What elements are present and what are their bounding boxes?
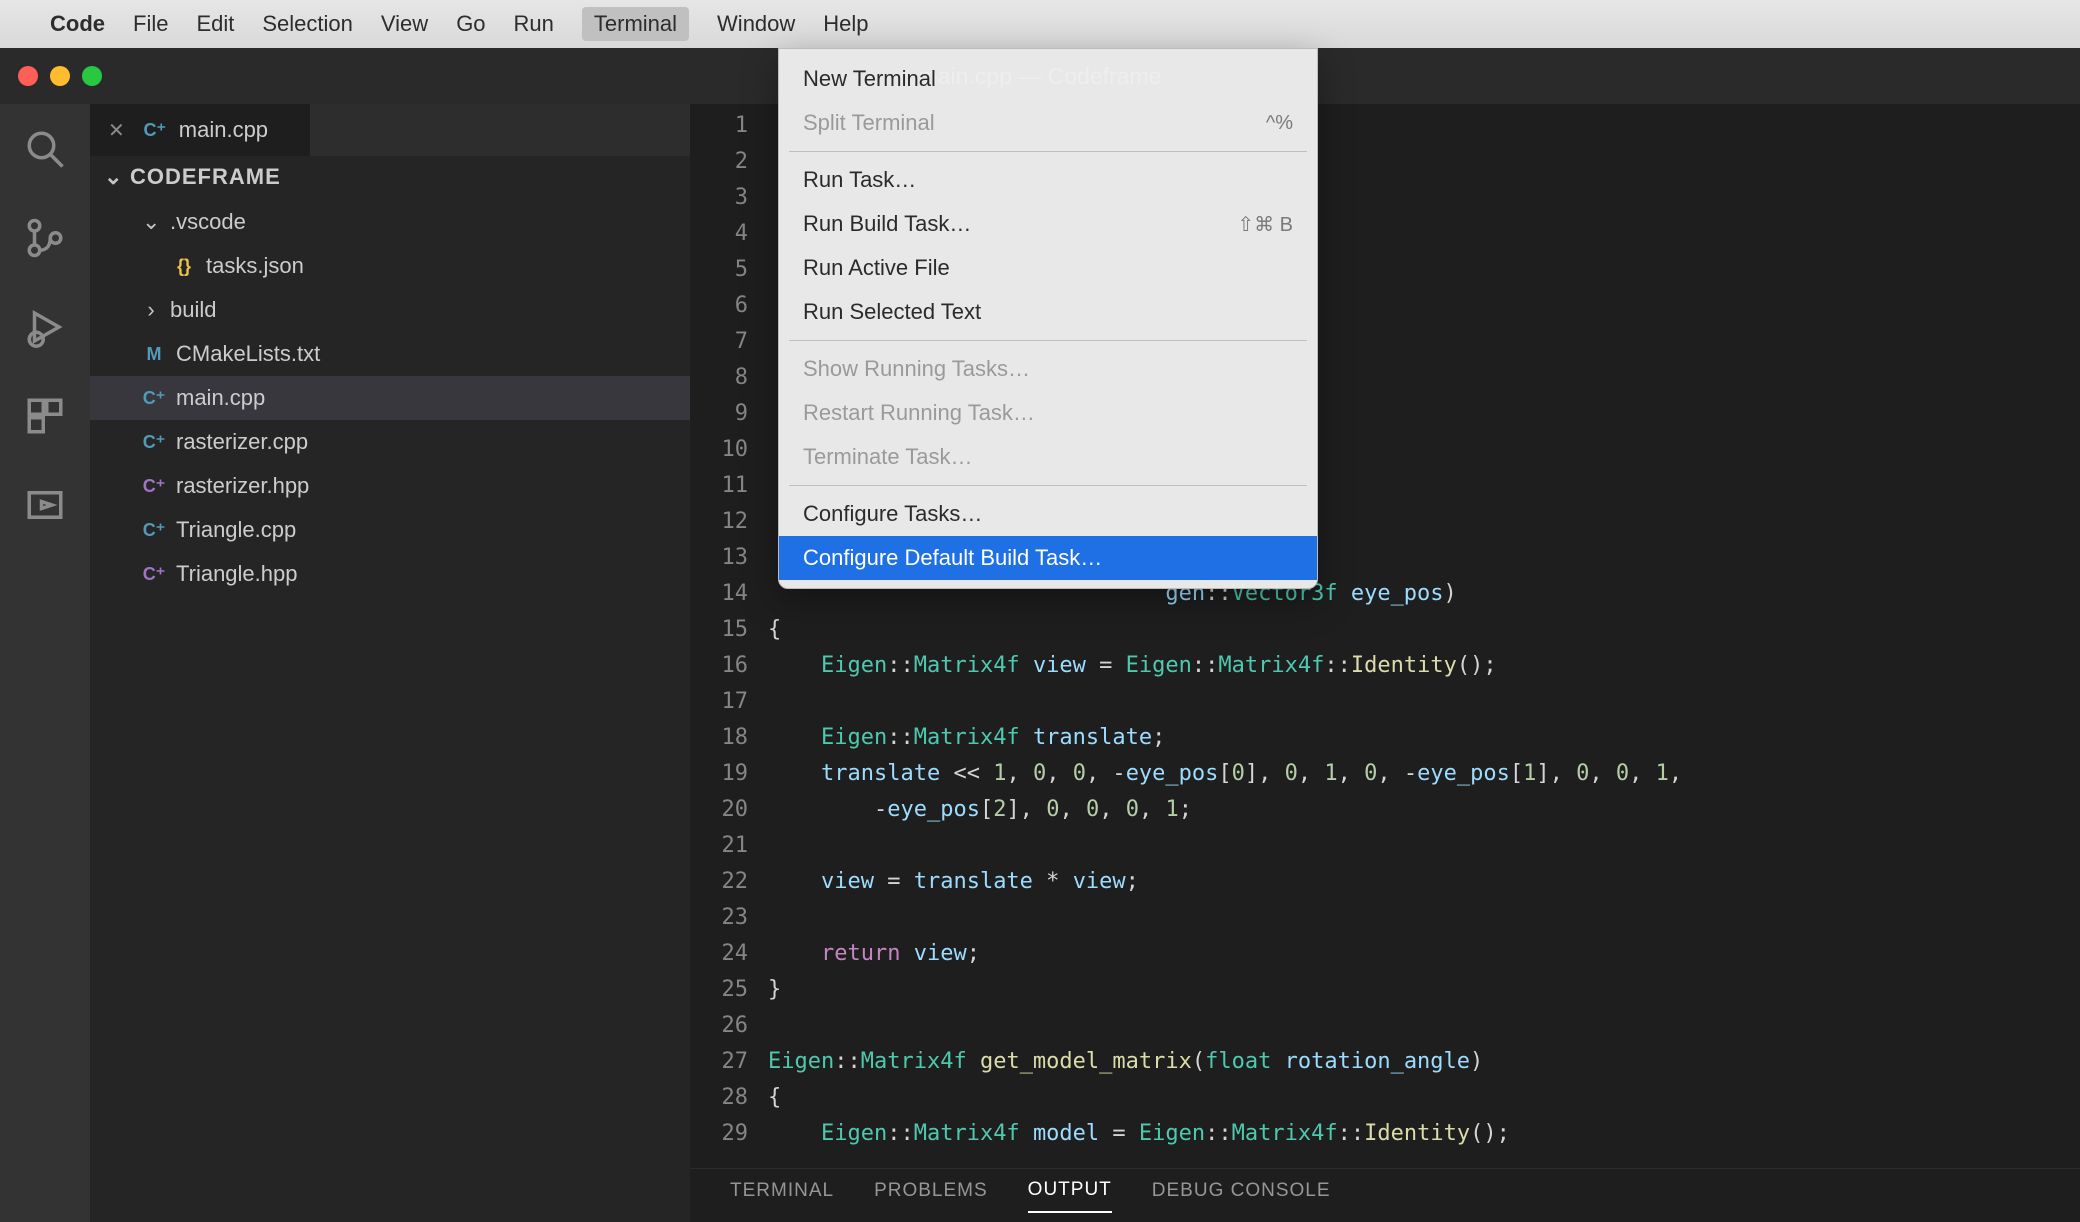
cpp-file-icon: C⁺ (142, 432, 166, 453)
chevron-down-icon: ⌄ (142, 209, 160, 235)
menu-separator (789, 485, 1307, 486)
menu-item[interactable]: Configure Default Build Task… (779, 536, 1317, 580)
close-tab-icon[interactable]: ✕ (108, 118, 125, 143)
menu-item-label: Terminate Task… (803, 444, 973, 470)
panel-tabs: TERMINAL PROBLEMS OUTPUT DEBUG CONSOLE (690, 1168, 2080, 1222)
editor-tab-label: main.cpp (179, 117, 268, 143)
menu-item: Restart Running Task… (779, 391, 1317, 435)
tree-item-label: tasks.json (206, 253, 304, 279)
menu-item-label: Configure Tasks… (803, 501, 982, 527)
menu-separator (789, 151, 1307, 152)
menu-separator (789, 340, 1307, 341)
menu-item: Split Terminal ^% (779, 101, 1317, 145)
file-row[interactable]: M CMakeLists.txt (90, 332, 690, 376)
terminal-menu-dropdown: New Terminal Split Terminal ^% Run Task… Run… (778, 48, 1318, 589)
menubar-item-view[interactable]: View (381, 11, 428, 37)
file-row[interactable]: C⁺ rasterizer.hpp (90, 464, 690, 508)
file-row[interactable]: C⁺ main.cpp (90, 376, 690, 420)
fullscreen-window-icon[interactable] (82, 66, 102, 86)
menu-item-label: Show Running Tasks… (803, 356, 1030, 382)
json-file-icon: {} (172, 256, 196, 277)
chevron-down-icon: ⌄ (104, 164, 122, 190)
menu-item-label: Run Build Task… (803, 211, 971, 237)
panel-tab-terminal[interactable]: TERMINAL (730, 1180, 834, 1212)
file-row[interactable]: C⁺ Triangle.cpp (90, 508, 690, 552)
minimize-window-icon[interactable] (50, 66, 70, 86)
hpp-file-icon: C⁺ (142, 564, 166, 585)
output-panel-icon[interactable] (24, 484, 66, 531)
menu-item: Show Running Tasks… (779, 347, 1317, 391)
menubar-item-selection[interactable]: Selection (262, 11, 353, 37)
panel-tab-problems[interactable]: PROBLEMS (874, 1180, 988, 1212)
menubar-item-run[interactable]: Run (514, 11, 554, 37)
cpp-file-icon: C⁺ (143, 120, 167, 141)
m-file-icon: M (142, 344, 166, 365)
menu-item-shortcut: ⇧⌘ B (1237, 212, 1293, 237)
tree-item-label: build (170, 297, 216, 323)
extensions-icon[interactable] (24, 395, 66, 442)
menu-item-label: Configure Default Build Task… (803, 545, 1102, 571)
tree-item-label: .vscode (170, 209, 246, 235)
tree-item-label: Triangle.hpp (176, 561, 297, 587)
tree-item-label: CMakeLists.txt (176, 341, 320, 367)
activity-bar (0, 104, 90, 1222)
tree-item-label: main.cpp (176, 385, 265, 411)
editor-tab-main-cpp[interactable]: ✕ C⁺ main.cpp (90, 104, 310, 156)
menu-item-label: Restart Running Task… (803, 400, 1035, 426)
hpp-file-icon: C⁺ (142, 476, 166, 497)
run-debug-icon[interactable] (24, 306, 66, 353)
menu-item-label: Run Selected Text (803, 299, 981, 325)
traffic-lights (0, 66, 102, 86)
menu-item[interactable]: Run Selected Text (779, 290, 1317, 334)
explorer-sidebar: ✕ C⁺ main.cpp ⌄ CODEFRAME ⌄ .vscode {} task… (90, 104, 690, 1222)
search-icon[interactable] (24, 128, 66, 175)
menu-item[interactable]: Run Build Task… ⇧⌘ B (779, 202, 1317, 246)
file-row[interactable]: {} tasks.json (90, 244, 690, 288)
menu-item: Terminate Task… (779, 435, 1317, 479)
menubar-item-go[interactable]: Go (456, 11, 485, 37)
menu-item-label: New Terminal (803, 66, 936, 92)
macos-menubar: Code File Edit Selection View Go Run Ter… (0, 0, 2080, 48)
chevron-right-icon: › (142, 297, 160, 323)
panel-tab-output[interactable]: OUTPUT (1028, 1179, 1112, 1213)
menu-item[interactable]: Run Active File (779, 246, 1317, 290)
tree-item-label: rasterizer.hpp (176, 473, 309, 499)
menubar-item-help[interactable]: Help (823, 11, 868, 37)
cpp-file-icon: C⁺ (142, 520, 166, 541)
close-window-icon[interactable] (18, 66, 38, 86)
cpp-file-icon: C⁺ (142, 388, 166, 409)
menubar-item-window[interactable]: Window (717, 11, 795, 37)
menubar-item-file[interactable]: File (133, 11, 168, 37)
file-row[interactable]: C⁺ rasterizer.cpp (90, 420, 690, 464)
menu-item-shortcut: ^% (1266, 112, 1293, 135)
menu-item[interactable]: Run Task… (779, 158, 1317, 202)
panel-tab-debug-console[interactable]: DEBUG CONSOLE (1152, 1180, 1331, 1212)
file-tree: ⌄ .vscode {} tasks.json › buildM CMakeLists.tx… (90, 198, 690, 598)
line-gutter: 1234567891011121314151617181920212223242… (690, 104, 764, 1168)
menu-item[interactable]: New Terminal (779, 57, 1317, 101)
tree-item-label: Triangle.cpp (176, 517, 296, 543)
folder-row[interactable]: ⌄ .vscode (90, 200, 690, 244)
menu-item-label: Run Task… (803, 167, 916, 193)
menubar-app[interactable]: Code (50, 11, 105, 37)
editor-tabs: ✕ C⁺ main.cpp (90, 104, 690, 156)
file-row[interactable]: C⁺ Triangle.hpp (90, 552, 690, 596)
menu-item-label: Run Active File (803, 255, 950, 281)
source-control-icon[interactable] (24, 217, 66, 264)
tree-item-label: rasterizer.cpp (176, 429, 308, 455)
explorer-root[interactable]: ⌄ CODEFRAME (90, 156, 690, 198)
menu-item[interactable]: Configure Tasks… (779, 492, 1317, 536)
menu-item-label: Split Terminal (803, 110, 935, 136)
explorer-root-label: CODEFRAME (130, 164, 281, 190)
folder-row[interactable]: › build (90, 288, 690, 332)
menubar-item-terminal[interactable]: Terminal (582, 7, 689, 41)
menubar-item-edit[interactable]: Edit (196, 11, 234, 37)
